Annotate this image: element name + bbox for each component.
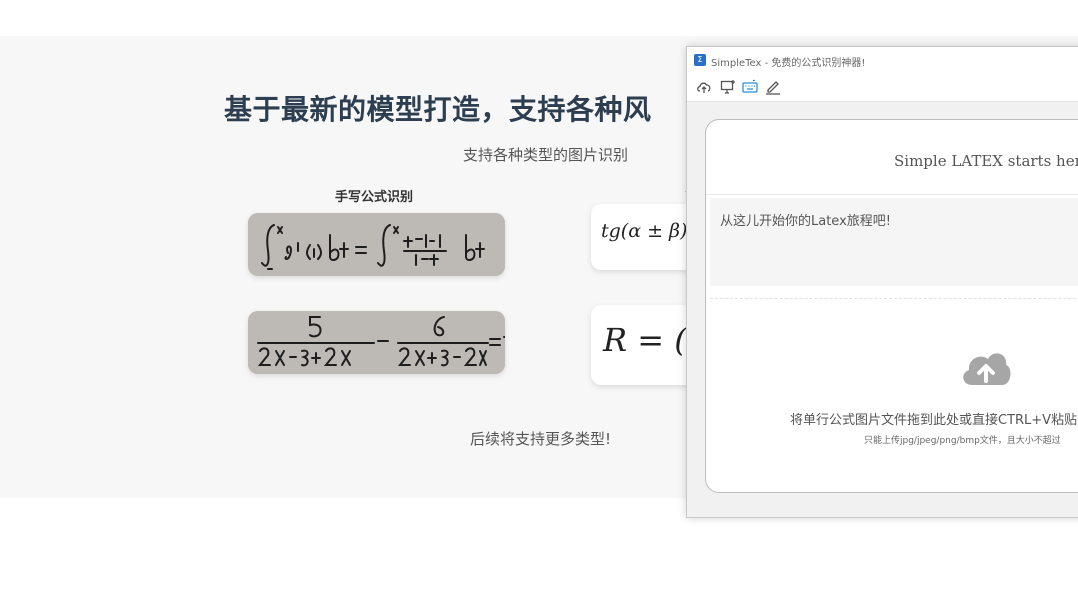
handwritten-formula-image-1 (248, 213, 505, 276)
page-subhead: 支持各种类型的图片识别 (463, 146, 629, 164)
keyboard-icon[interactable] (742, 79, 758, 95)
latex-editor-placeholder: 从这儿开始你的Latex旅程吧! (720, 214, 891, 229)
drop-file-limits: 只能上传jpg/jpeg/png/bmp文件，且大小不超过 (864, 436, 1061, 446)
latex-preview: Simple LATEX starts here.. (706, 120, 1078, 195)
drop-instructions: 将单行公式图片文件拖到此处或直接CTRL+V粘贴 (790, 413, 1078, 428)
cloud-upload-icon[interactable] (696, 79, 712, 95)
page-headline: 基于最新的模型打造，支持各种风 (224, 93, 652, 126)
handwritten-formula-drawing-2 (248, 311, 505, 374)
image-drop-zone[interactable]: 将单行公式图片文件拖到此处或直接CTRL+V粘贴 只能上传jpg/jpeg/pn… (710, 298, 1078, 485)
latex-preview-text: Simple LATEX starts here.. (894, 152, 1078, 170)
window-titlebar[interactable]: Σ SimpleTex - 免费的公式识别神器! (687, 47, 1078, 73)
window-toolbar (687, 73, 1078, 102)
app-logo-icon: Σ (694, 54, 706, 66)
formula-tg: tg(α ± β) (601, 220, 688, 242)
editor-panel: Simple LATEX starts here.. 从这儿开始你的Latex旅… (705, 119, 1078, 493)
handwrite-icon[interactable] (765, 79, 781, 95)
cloud-upload-icon (963, 353, 1011, 385)
simpletex-window: Σ SimpleTex - 免费的公式识别神器! Simple LATEX st… (686, 46, 1078, 518)
more-types-note: 后续将支持更多类型! (470, 430, 612, 448)
window-title: SimpleTex - 免费的公式识别神器! (711, 58, 866, 69)
caption-handwritten: 手写公式识别 (335, 190, 414, 205)
handwritten-formula-drawing-1 (248, 213, 505, 276)
formula-R: R = ( (603, 321, 687, 359)
latex-editor-input[interactable]: 从这儿开始你的Latex旅程吧! (710, 198, 1078, 286)
screen-capture-icon[interactable] (720, 79, 736, 95)
handwritten-formula-image-2 (248, 311, 505, 374)
